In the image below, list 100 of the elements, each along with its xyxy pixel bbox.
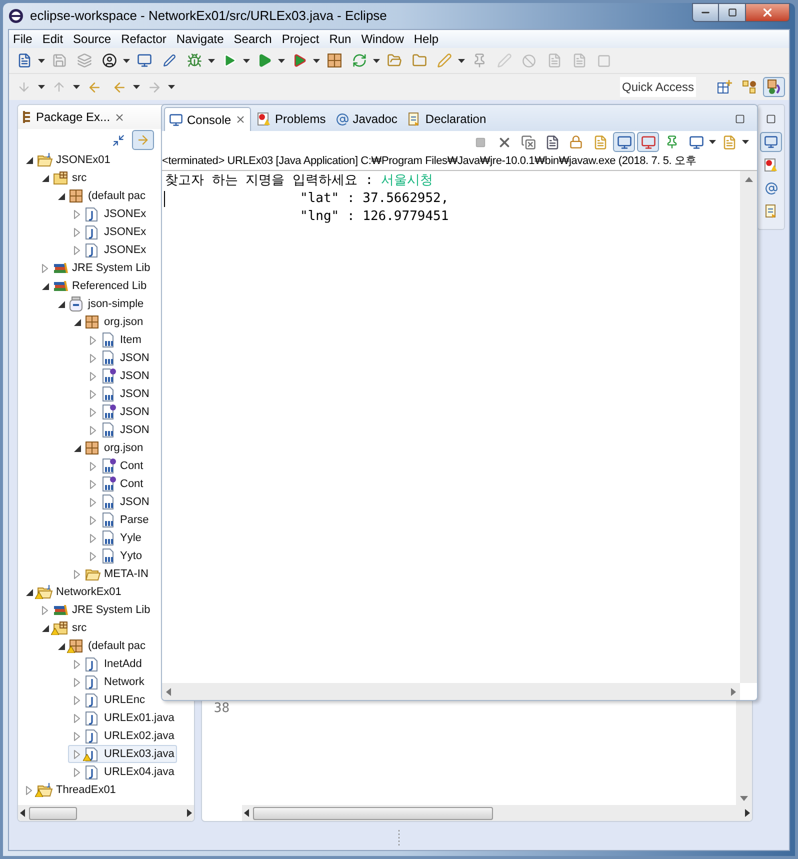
menu-item[interactable]: Refactor [121,30,166,48]
collapsed-arrow-icon[interactable] [90,372,96,380]
dropdown-caret-icon[interactable] [73,85,80,89]
menu-item[interactable]: Help [414,30,439,48]
expanded-arrow-icon[interactable] [42,624,48,632]
scroll-up-arrow-icon[interactable] [744,177,752,182]
tree-item[interactable]: Network [68,673,148,691]
collapsed-arrow-icon[interactable] [90,516,96,524]
menu-item[interactable]: Source [73,30,112,48]
tree-item[interactable]: JRE System Lib [36,601,154,619]
tree-item[interactable]: URLEx01.java [68,709,178,727]
tree-item[interactable]: ThreadEx01 [20,781,119,799]
collapsed-arrow-icon[interactable] [74,570,80,578]
dropdown-caret-icon[interactable] [243,58,250,62]
tree-item[interactable]: JRE System Lib [36,259,154,277]
menu-item[interactable]: File [13,30,32,48]
vertical-scrollbar[interactable] [736,699,752,805]
expanded-arrow-icon[interactable] [58,192,64,200]
dropdown-caret-icon[interactable] [373,58,380,62]
collapsed-arrow-icon[interactable] [74,210,80,218]
tree-item[interactable]: Yyle [84,529,144,547]
collapsed-arrow-icon[interactable] [42,264,48,272]
minimized-view-button[interactable] [760,132,782,152]
close-icon[interactable] [114,112,126,122]
collapsed-arrow-icon[interactable] [90,480,96,488]
dropdown-caret-icon[interactable] [278,58,285,62]
view-tab[interactable]: Javadoc [332,107,402,131]
collapsed-arrow-icon[interactable] [90,354,96,362]
dropdown-caret-icon[interactable] [38,58,45,62]
collapsed-arrow-icon[interactable] [90,390,96,398]
tree-item[interactable]: org.json [68,313,146,331]
tree-item[interactable]: JSON [84,493,152,511]
status-bar-handle-icon[interactable] [398,830,400,846]
tree-item[interactable]: URLEnc [68,691,148,709]
view-tab[interactable]: Console [164,107,252,131]
collapsed-arrow-icon[interactable] [74,714,80,722]
menu-item[interactable]: Navigate [176,30,224,48]
dropdown-caret-icon[interactable] [709,140,716,144]
collapsed-arrow-icon[interactable] [74,246,80,254]
collapsed-arrow-icon[interactable] [90,408,96,416]
dropdown-caret-icon[interactable] [742,140,749,144]
collapsed-arrow-icon[interactable] [90,534,96,542]
dropdown-caret-icon[interactable] [123,58,130,62]
expanded-arrow-icon[interactable] [58,642,64,650]
menu-item[interactable]: Project [282,30,320,48]
close-button[interactable] [745,3,790,22]
collapsed-arrow-icon[interactable] [74,660,80,668]
show-on-error-button[interactable] [637,132,659,152]
expanded-arrow-icon[interactable] [74,318,80,326]
dropdown-caret-icon[interactable] [168,85,175,89]
scrollbar-thumb[interactable] [29,806,77,820]
collapsed-arrow-icon[interactable] [74,228,80,236]
collapsed-arrow-icon[interactable] [90,462,96,470]
scroll-right-arrow-icon[interactable] [745,809,750,817]
horizontal-scrollbar[interactable] [242,805,752,821]
expanded-arrow-icon[interactable] [26,156,32,164]
maximize-button[interactable] [719,3,745,22]
tree-item[interactable]: InetAdd [68,655,145,673]
tree-item[interactable]: URLEx02.java [68,727,178,745]
tree-item[interactable]: Parse [84,511,152,529]
dropdown-caret-icon[interactable] [208,58,215,62]
tree-item[interactable]: Cont [84,475,146,493]
menu-item[interactable]: Search [234,30,272,48]
tree-item[interactable]: src [36,619,90,637]
tree-item[interactable]: JSON [84,349,152,367]
collapsed-arrow-icon[interactable] [74,750,80,758]
tree-item[interactable]: Referenced Lib [36,277,150,295]
tree-item[interactable]: JSONEx [68,223,150,241]
collapsed-arrow-icon[interactable] [42,606,48,614]
tree-item[interactable]: src [36,169,90,187]
link-with-editor-button[interactable] [132,130,154,150]
dropdown-caret-icon[interactable] [458,58,465,62]
collapsed-arrow-icon[interactable] [90,498,96,506]
tree-item[interactable]: Item [84,331,144,349]
tree-item[interactable]: JSON [84,385,152,403]
expanded-arrow-icon[interactable] [26,588,32,596]
dropdown-caret-icon[interactable] [313,58,320,62]
tree-item[interactable]: JSON [84,367,152,385]
tree-item[interactable]: URLEx03.java [68,745,178,763]
expanded-arrow-icon[interactable] [58,300,64,308]
maximize-icon[interactable] [735,114,745,124]
tree-item[interactable]: JSONEx [68,205,150,223]
perspective-button[interactable] [763,77,785,97]
expanded-arrow-icon[interactable] [74,444,80,452]
tree-item[interactable]: Yyto [84,547,146,565]
collapsed-arrow-icon[interactable] [90,552,96,560]
collapsed-arrow-icon[interactable] [26,786,32,794]
horizontal-scrollbar[interactable] [18,805,194,821]
dropdown-caret-icon[interactable] [38,85,45,89]
dropdown-caret-icon[interactable] [133,85,140,89]
scrollbar-thumb[interactable] [252,806,493,820]
menu-item[interactable]: Run [329,30,352,48]
tree-item[interactable]: NetworkEx01 [20,583,124,601]
show-on-output-button[interactable] [613,132,635,152]
menu-item[interactable]: Edit [42,30,64,48]
scroll-right-arrow-icon[interactable] [186,809,192,817]
view-tab[interactable]: Declaration [403,107,490,131]
tree-item[interactable]: JSON [84,403,152,421]
collapsed-arrow-icon[interactable] [90,336,96,344]
tree-item[interactable]: json-simple [52,295,147,313]
